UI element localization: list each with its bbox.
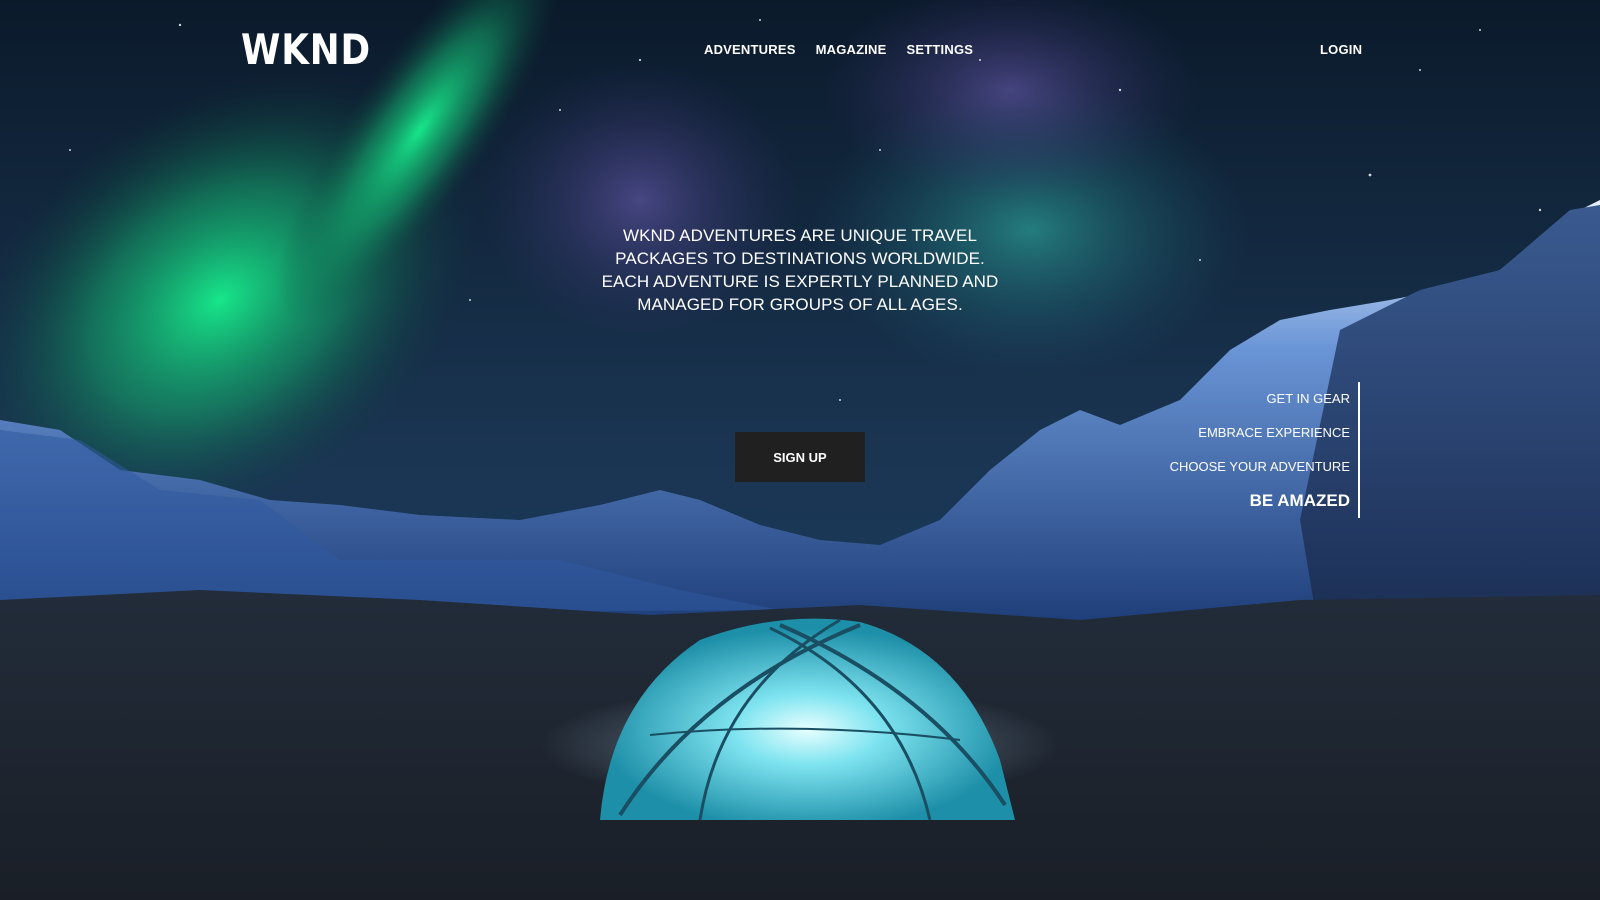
carousel-side-nav: GET IN GEAR EMBRACE EXPERIENCE CHOOSE YO… xyxy=(1110,382,1360,518)
side-nav-item-choose-your-adventure[interactable]: CHOOSE YOUR ADVENTURE xyxy=(1110,450,1350,484)
side-nav-item-embrace-experience[interactable]: EMBRACE EXPERIENCE xyxy=(1110,416,1350,450)
main-nav: ADVENTURES MAGAZINE SETTINGS xyxy=(704,41,973,59)
hero-line: PACKAGES TO DESTINATIONS WORLDWIDE. xyxy=(615,249,985,268)
hero-scene: WKND ADVENTURES MAGAZINE SETTINGS LOGIN … xyxy=(0,0,1600,900)
nav-settings[interactable]: SETTINGS xyxy=(907,41,974,59)
hero-description: WKND ADVENTURES ARE UNIQUE TRAVEL PACKAG… xyxy=(600,224,1000,316)
hero-line: WKND ADVENTURES ARE UNIQUE TRAVEL xyxy=(622,226,978,245)
nav-adventures[interactable]: ADVENTURES xyxy=(704,41,796,59)
side-nav-item-get-in-gear[interactable]: GET IN GEAR xyxy=(1110,382,1350,416)
login-link[interactable]: LOGIN xyxy=(1320,41,1362,59)
side-nav-item-be-amazed[interactable]: BE AMAZED xyxy=(1110,484,1350,518)
hero-line: MANAGED FOR GROUPS OF ALL AGES. xyxy=(637,295,963,314)
wknd-logo[interactable]: WKND xyxy=(241,26,371,74)
sign-up-button[interactable]: SIGN UP xyxy=(735,432,865,482)
hero-line: EACH ADVENTURE IS EXPERTLY PLANNED AND xyxy=(601,272,999,291)
nav-magazine[interactable]: MAGAZINE xyxy=(816,41,887,59)
